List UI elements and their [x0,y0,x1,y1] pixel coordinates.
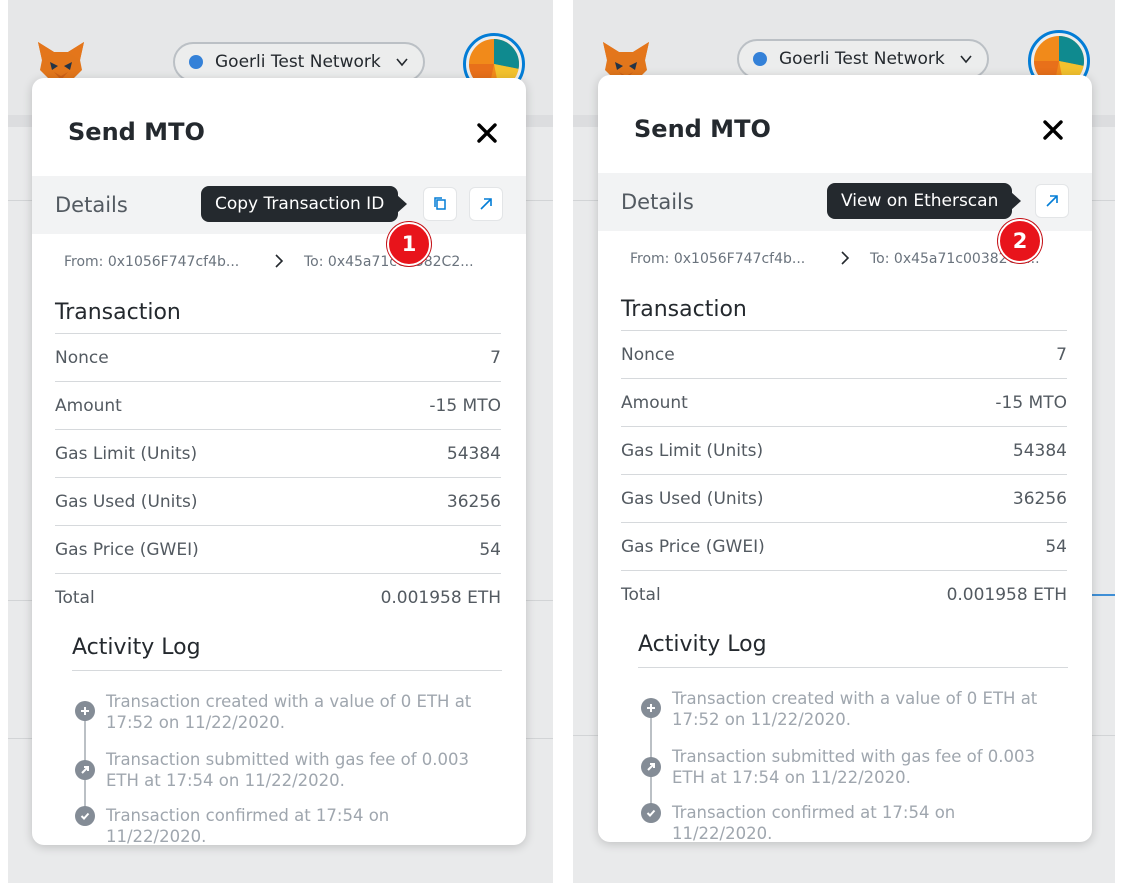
row-label: Amount [55,395,122,416]
plus-icon [641,698,661,718]
activity-log-divider [638,667,1068,668]
row-value: 54 [1045,536,1067,557]
breakdown-row-gas-used: Gas Used (Units) 36256 [55,477,501,525]
row-value: 0.001958 ETH [380,587,501,608]
row-label: Nonce [55,347,109,368]
breakdown-row-nonce: Nonce 7 [621,330,1067,378]
network-status-dot [189,55,203,69]
close-icon[interactable] [1040,117,1066,143]
check-icon [75,806,95,826]
network-selector[interactable]: Goerli Test Network [173,42,425,82]
network-label: Goerli Test Network [779,49,945,69]
step-badge: 1 [387,222,431,266]
activity-log-entry: Transaction created with a value of 0 ET… [106,692,472,732]
breakdown-row-gas-price: Gas Price (GWEI) 54 [621,522,1067,570]
transaction-details-modal: Send MTO Details View on Etherscan 2 Fro… [598,75,1092,842]
activity-log-title: Activity Log [72,635,201,660]
activity-log-entry: Transaction confirmed at 17:54 on 11/22/… [672,803,956,842]
row-value: 54384 [446,443,501,464]
row-label: Amount [621,392,688,413]
row-value: 54384 [1012,440,1067,461]
tooltip: View on Etherscan [827,183,1022,219]
submit-arrow-icon [641,757,661,777]
check-icon [641,803,661,823]
breakdown-row-total: Total 0.001958 ETH [621,570,1067,618]
to-address[interactable]: To: 0x45a71c00382C2... [304,254,474,270]
tooltip: Copy Transaction ID [201,186,408,222]
metamask-window-right: Goerli Test Network Send MTO Details Vie… [573,0,1115,883]
row-value: 36256 [446,491,501,512]
copy-icon [434,197,446,210]
step-badge: 2 [998,219,1042,263]
details-label: Details [621,190,694,214]
external-link-icon [1046,195,1058,207]
metamask-window-left: Goerli Test Network Send MTO Details Cop… [8,0,553,883]
row-label: Gas Limit (Units) [621,440,764,461]
activity-log-divider [72,670,502,671]
transaction-breakdown: Nonce 7 Amount -15 MTO Gas Limit (Units) 54… [621,330,1067,618]
submit-arrow-icon [75,760,95,780]
metamask-fox-icon[interactable] [36,40,86,82]
row-label: Nonce [621,344,675,365]
transaction-section-title: Transaction [55,300,181,325]
row-value: 0.001958 ETH [946,584,1067,605]
breakdown-row-gas-used: Gas Used (Units) 36256 [621,474,1067,522]
row-value: 36256 [1012,488,1067,509]
row-label: Gas Used (Units) [621,488,764,509]
row-value: -15 MTO [429,395,501,416]
breakdown-row-total: Total 0.001958 ETH [55,573,501,621]
activity-log-entry: Transaction created with a value of 0 ET… [672,689,1038,729]
plus-icon [75,701,95,721]
chevron-down-icon [396,58,408,67]
row-label: Gas Used (Units) [55,491,198,512]
view-on-etherscan-button[interactable] [469,187,503,221]
transaction-breakdown: Nonce 7 Amount -15 MTO Gas Limit (Units) 54… [55,333,501,621]
row-value: 7 [490,347,501,368]
chevron-down-icon [960,55,972,64]
breakdown-row-gas-limit: Gas Limit (Units) 54384 [621,426,1067,474]
close-icon[interactable] [474,120,500,146]
chevron-right-icon [841,251,850,265]
copy-transaction-id-button[interactable] [423,187,457,221]
breakdown-row-gas-price: Gas Price (GWEI) 54 [55,525,501,573]
details-label: Details [55,193,128,217]
row-label: Gas Price (GWEI) [55,539,199,560]
network-label: Goerli Test Network [215,52,381,72]
chevron-right-icon [275,254,284,268]
modal-title: Send MTO [634,115,771,143]
network-status-dot [753,52,767,66]
activity-log-entry: Transaction submitted with gas fee of 0.… [672,747,1036,787]
activity-log-title: Activity Log [638,632,767,657]
row-label: Gas Limit (Units) [55,443,198,464]
row-label: Total [621,584,661,605]
from-address[interactable]: From: 0x1056F747cf4b... [630,251,805,267]
row-value: 7 [1056,344,1067,365]
row-label: Gas Price (GWEI) [621,536,765,557]
row-value: -15 MTO [995,392,1067,413]
activity-log-entry: Transaction confirmed at 17:54 on 11/22/… [106,806,390,845]
from-address[interactable]: From: 0x1056F747cf4b... [64,254,239,270]
external-link-icon [480,198,492,210]
breakdown-row-amount: Amount -15 MTO [621,378,1067,426]
transaction-section-title: Transaction [621,297,747,322]
view-on-etherscan-button[interactable] [1035,184,1069,218]
row-value: 54 [479,539,501,560]
activity-log-entry: Transaction submitted with gas fee of 0.… [106,750,470,790]
modal-title: Send MTO [68,118,205,146]
breakdown-row-nonce: Nonce 7 [55,333,501,381]
breakdown-row-gas-limit: Gas Limit (Units) 54384 [55,429,501,477]
network-selector[interactable]: Goerli Test Network [737,39,989,79]
transaction-details-modal: Send MTO Details Copy Transaction ID 1 F… [32,78,526,845]
breakdown-row-amount: Amount -15 MTO [55,381,501,429]
row-label: Total [55,587,95,608]
